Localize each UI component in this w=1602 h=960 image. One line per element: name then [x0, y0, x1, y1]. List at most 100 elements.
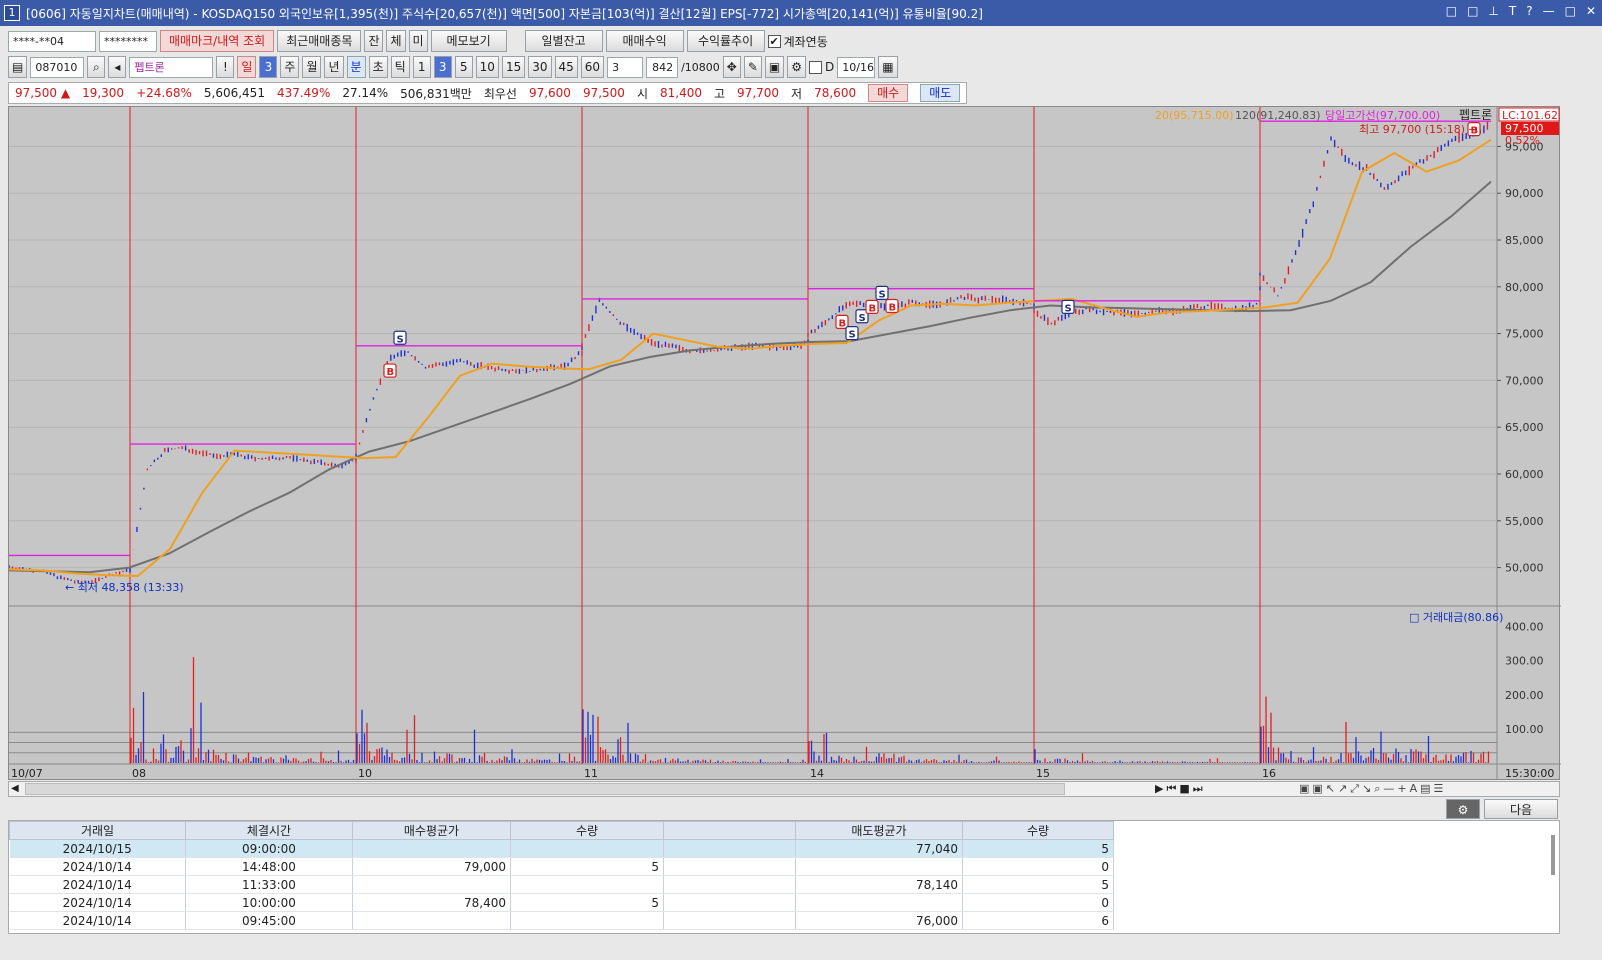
table-cell — [352, 839, 511, 858]
minimize-icon[interactable]: — — [1543, 4, 1555, 18]
help-icon[interactable]: ? — [1526, 4, 1532, 18]
pin-icon[interactable]: ⊥ — [1488, 4, 1498, 18]
y-tick-label: 90,000 — [1505, 187, 1544, 200]
stock-code-input[interactable]: 087010 — [30, 56, 85, 78]
account-link-checkbox[interactable]: ✔ 계좌연동 — [767, 33, 828, 50]
interval-select[interactable]: 3 — [607, 56, 644, 78]
minute-45[interactable]: 45 — [554, 56, 578, 78]
date-check-label: D — [825, 60, 835, 74]
table-cell: 10:00:00 — [185, 893, 353, 912]
turnover: 27.14% — [342, 86, 389, 100]
open-price: 81,400 — [660, 86, 702, 100]
scroll-left-icon[interactable]: ◀ — [11, 783, 19, 794]
tools-icon[interactable]: ✎ — [743, 56, 762, 78]
date-check-box[interactable] — [809, 60, 823, 74]
period-week[interactable]: 주 — [280, 56, 300, 78]
close-icon[interactable]: ✕ — [1586, 4, 1596, 18]
zoom-icon[interactable]: ✥ — [722, 56, 741, 78]
unfilled-button[interactable]: 미 — [408, 30, 428, 52]
daily-balance-button[interactable]: 일별잔고 — [524, 30, 603, 52]
sell-button[interactable]: 매도 — [920, 84, 961, 102]
search-icon[interactable]: ⌕ — [87, 56, 106, 78]
trade-profit-button[interactable]: 매매수익 — [605, 30, 684, 52]
table-row[interactable]: 2024/10/14 14:48:00 79,000 5 0 — [9, 857, 1114, 876]
minute-60[interactable]: 60 — [580, 56, 605, 78]
font-icon[interactable]: T — [1509, 4, 1516, 18]
count-input[interactable]: 842 — [646, 56, 679, 78]
x-day-label: 14 — [810, 767, 824, 780]
period-day[interactable]: 일 — [237, 56, 257, 78]
settings-icon[interactable]: ⚙ — [1446, 799, 1480, 819]
y-tick-label: 55,000 — [1505, 515, 1544, 528]
col-buy-qty[interactable]: 수량 — [510, 821, 664, 840]
minute-10[interactable]: 10 — [475, 56, 499, 78]
table-row[interactable]: 2024/10/14 10:00:00 78,400 5 0 — [9, 893, 1114, 912]
table-cell — [510, 839, 664, 858]
chart-scrollbar[interactable]: ◀ ▶⏮■⏭ ▣▣↖↗⤢↘⌕—+A▤☰ — [8, 781, 1560, 797]
minute-30[interactable]: 30 — [528, 56, 552, 78]
chart-canvas[interactable]: 95,00090,00085,00080,00075,00070,00065,0… — [8, 107, 1561, 781]
table-row[interactable]: 2024/10/15 09:00:00 77,040 5 — [9, 839, 1114, 858]
current-price: 97,500 ▲ — [15, 86, 71, 100]
col-exec-time[interactable]: 체결시간 — [185, 821, 353, 840]
x-day-label: 08 — [132, 767, 146, 780]
x-day-label: 10/07 — [11, 767, 43, 780]
volume-ratio: 437.49% — [276, 86, 331, 100]
legend-ma120: 120(91,240.83) — [1235, 109, 1321, 122]
best-quote-label: 최우선 — [483, 86, 517, 101]
table-scrollbar[interactable] — [1551, 835, 1555, 875]
period-tick[interactable]: 틱 — [390, 56, 410, 78]
period-month[interactable]: 월 — [302, 56, 322, 78]
period-day-count[interactable]: 3 — [259, 56, 278, 78]
table-row[interactable]: 2024/10/14 11:33:00 78,140 5 — [9, 875, 1114, 894]
period-minute[interactable]: 분 — [346, 56, 366, 78]
date-checkbox[interactable]: D — [809, 60, 834, 74]
tile-icon[interactable]: □ — [1467, 4, 1478, 18]
table-cell: 79,000 — [352, 857, 511, 876]
minute-3[interactable]: 3 — [433, 56, 452, 78]
next-button[interactable]: 다음 — [1484, 799, 1558, 819]
table-cell: 78,400 — [352, 893, 511, 912]
balance-button[interactable]: 잔 — [364, 30, 384, 52]
minute-1[interactable]: 1 — [412, 56, 431, 78]
stock-search-icon[interactable]: ▤ — [8, 56, 28, 78]
recent-trades-button[interactable]: 최근매매종목 — [277, 30, 362, 52]
return-trend-button[interactable]: 수익률추이 — [686, 30, 765, 52]
col-sell-qty[interactable]: 수량 — [962, 821, 1114, 840]
col-trade-date[interactable]: 거래일 — [9, 821, 186, 840]
title-bar: 1 [0606] 자동일지차트(매매내역) - KOSDAQ150 외국인보유[… — [0, 0, 1602, 26]
col-buy-avg[interactable]: 매수평균가 — [352, 821, 511, 840]
save-icon[interactable]: ▣ — [764, 56, 785, 78]
maximize-icon[interactable]: □ — [1565, 4, 1576, 18]
period-second[interactable]: 초 — [368, 56, 388, 78]
scroll-thumb[interactable] — [25, 783, 1065, 795]
gear-icon[interactable]: ⚙ — [787, 56, 807, 78]
date-input[interactable]: 10/16 — [837, 56, 876, 78]
speaker-icon[interactable]: ◂ — [108, 56, 127, 78]
trade-mark-button[interactable]: 매매마크/내역 조회 — [160, 30, 275, 52]
minute-5[interactable]: 5 — [454, 56, 473, 78]
table-row[interactable]: 2024/10/14 09:45:00 76,000 6 — [9, 911, 1114, 930]
password-field[interactable]: ******** — [99, 30, 157, 52]
y-tick-label: 60,000 — [1505, 468, 1544, 481]
executed-button[interactable]: 체 — [386, 30, 406, 52]
minute-15[interactable]: 15 — [501, 56, 526, 78]
table-cell — [663, 875, 796, 894]
buy-button[interactable]: 매수 — [868, 84, 909, 102]
checkbox-mark[interactable]: ✔ — [767, 34, 781, 48]
y-tick-label: 85,000 — [1505, 234, 1544, 247]
trade-mark-label: B — [387, 367, 395, 378]
memo-button[interactable]: 메모보기 — [430, 30, 507, 52]
period-year[interactable]: 년 — [324, 56, 344, 78]
table-cell — [510, 911, 664, 930]
alert-icon[interactable]: ! — [216, 56, 235, 78]
drawing-tools[interactable]: ▣▣↖↗⤢↘⌕—+A▤☰ — [1299, 782, 1446, 796]
playback-controls[interactable]: ▶⏮■⏭ — [1155, 782, 1206, 796]
price-chart[interactable]: 95,000 90,000 85,000 80,000 75,000 70,000 65,0… — [8, 106, 1561, 781]
stock-name-field[interactable]: 펩트론 — [129, 56, 214, 78]
restore-icon[interactable]: □ — [1446, 4, 1457, 18]
account-select[interactable]: ****-**04 — [8, 30, 96, 52]
y-tick-label: 75,000 — [1505, 328, 1544, 341]
col-sell-avg[interactable]: 매도평균가 — [795, 821, 963, 840]
calendar-icon[interactable]: ▦ — [878, 56, 898, 78]
